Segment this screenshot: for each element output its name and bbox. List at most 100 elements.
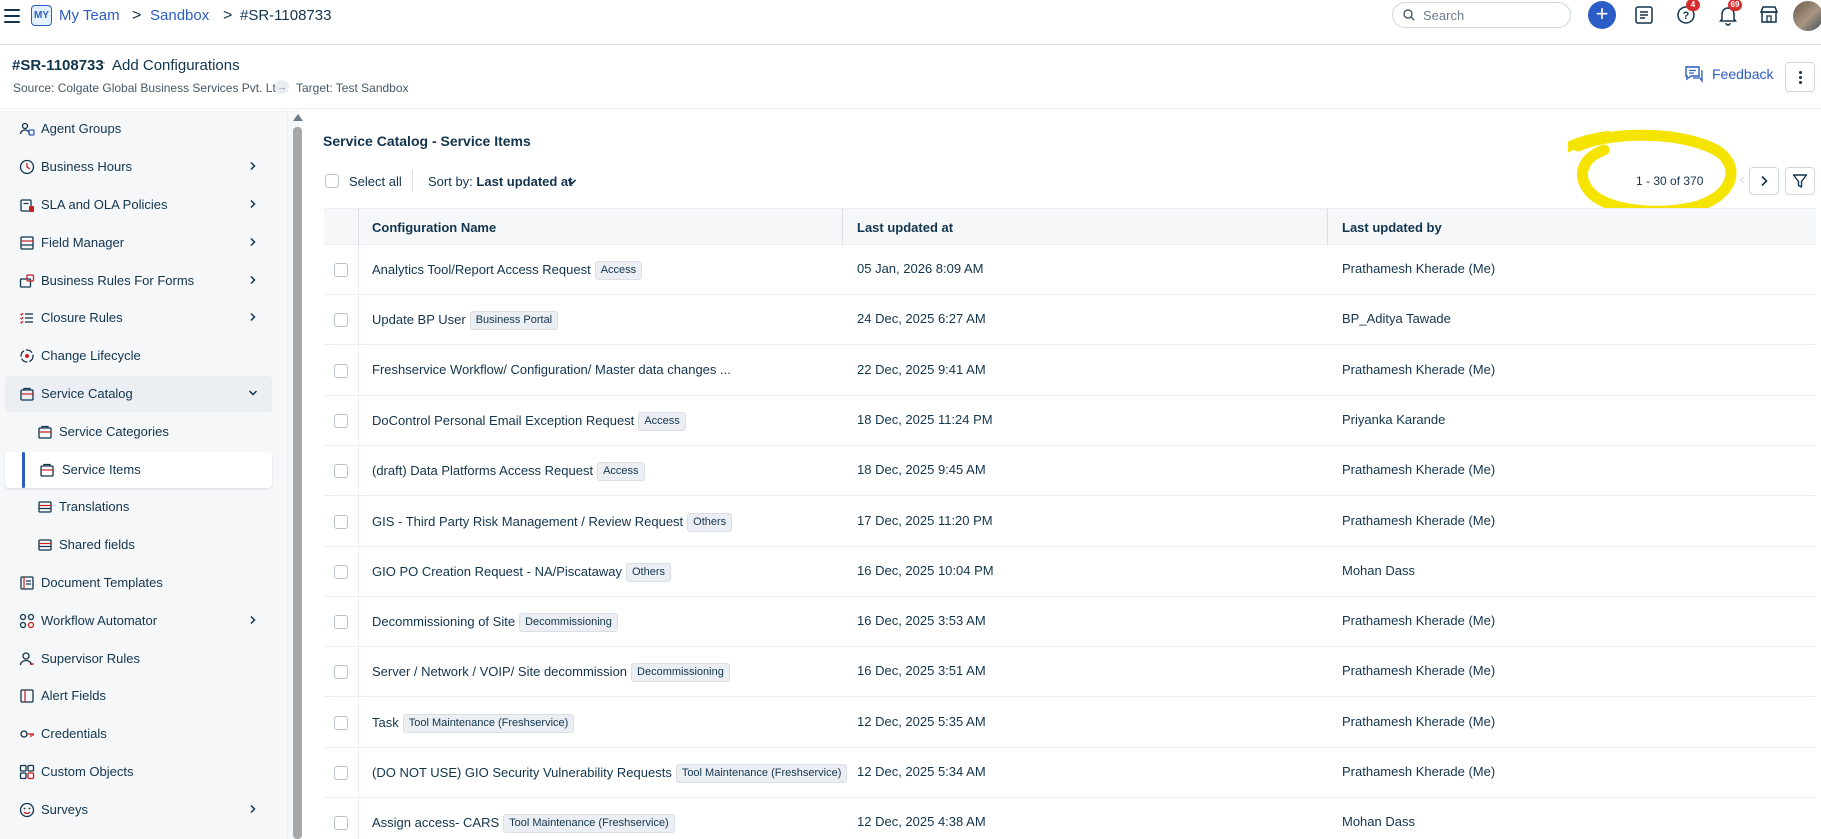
column-divider[interactable] bbox=[842, 209, 843, 246]
sort-dropdown[interactable]: Sort by: Last updated at bbox=[428, 174, 573, 189]
sidebar-item-business-rules-for-forms[interactable]: Business Rules For Forms bbox=[5, 263, 272, 299]
sidebar-item-closure-rules[interactable]: Closure Rules bbox=[5, 300, 272, 336]
chevron-right-icon[interactable] bbox=[248, 199, 258, 209]
table-row[interactable]: (DO NOT USE) GIO Security Vulnerability … bbox=[324, 748, 1816, 798]
chevron-down-icon[interactable] bbox=[567, 177, 577, 187]
row-checkbox[interactable] bbox=[334, 514, 348, 529]
chevron-right-icon[interactable] bbox=[248, 161, 258, 171]
row-checkbox[interactable] bbox=[334, 413, 348, 428]
configuration-name[interactable]: Freshservice Workflow/ Configuration/ Ma… bbox=[372, 362, 731, 377]
sidebar-item-field-manager[interactable]: Field Manager bbox=[5, 225, 272, 261]
configuration-name-cell[interactable]: (draft) Data Platforms Access Request Acc… bbox=[372, 462, 645, 482]
row-checkbox[interactable] bbox=[334, 464, 348, 479]
chevron-down-icon[interactable] bbox=[248, 388, 258, 398]
hamburger-menu-icon[interactable] bbox=[4, 9, 20, 23]
scroll-up-arrow-icon[interactable] bbox=[293, 114, 303, 121]
table-row[interactable]: Analytics Tool/Report Access Request Acce… bbox=[324, 245, 1816, 295]
sidebar-item-supervisor-rules[interactable]: Supervisor Rules bbox=[5, 641, 272, 677]
breadcrumb-my-team[interactable]: My Team bbox=[59, 7, 120, 25]
row-checkbox[interactable] bbox=[334, 313, 348, 328]
chevron-right-icon[interactable] bbox=[248, 615, 258, 625]
configuration-name[interactable]: GIS - Third Party Risk Management / Revi… bbox=[372, 514, 683, 529]
table-row[interactable]: (draft) Data Platforms Access Request Acc… bbox=[324, 446, 1816, 497]
configuration-name[interactable]: Update BP User bbox=[372, 312, 466, 327]
sidebar-item-change-lifecycle[interactable]: Change Lifecycle bbox=[5, 338, 272, 374]
sidebar-item-document-templates[interactable]: Document Templates bbox=[5, 565, 272, 601]
table-row[interactable]: GIS - Third Party Risk Management / Revi… bbox=[324, 497, 1816, 547]
row-checkbox[interactable] bbox=[334, 263, 348, 277]
configuration-name-cell[interactable]: Server / Network / VOIP/ Site decommissi… bbox=[372, 663, 730, 683]
chevron-right-icon[interactable] bbox=[248, 312, 258, 322]
configuration-name[interactable]: Server / Network / VOIP/ Site decommissi… bbox=[372, 664, 627, 679]
sidebar-item-service-categories[interactable]: Service Categories bbox=[5, 414, 272, 450]
sidebar-item-workflow-automator[interactable]: Workflow Automator bbox=[5, 603, 272, 639]
configuration-name[interactable]: Task bbox=[372, 715, 399, 730]
configuration-name-cell[interactable]: Analytics Tool/Report Access Request Acce… bbox=[372, 261, 643, 280]
table-row[interactable]: Server / Network / VOIP/ Site decommissi… bbox=[324, 647, 1816, 698]
configuration-name-cell[interactable]: Decommissioning of Site Decommissioning bbox=[372, 613, 618, 633]
notifications-button[interactable]: 69 bbox=[1716, 0, 1742, 27]
table-row[interactable]: Decommissioning of Site Decommissioning 16… bbox=[324, 597, 1816, 648]
row-checkbox[interactable] bbox=[334, 816, 348, 831]
table-row[interactable]: Assign access- CARS Tool Maintenance (Fre… bbox=[324, 798, 1816, 839]
search-input[interactable] bbox=[1423, 6, 1563, 24]
configuration-name[interactable]: Analytics Tool/Report Access Request bbox=[372, 262, 591, 277]
sidebar-item-shared-fields[interactable]: Shared fields bbox=[5, 527, 272, 563]
breadcrumb-sandbox[interactable]: Sandbox bbox=[150, 7, 209, 25]
configuration-name[interactable]: DoControl Personal Email Exception Reque… bbox=[372, 413, 634, 428]
filter-button[interactable] bbox=[1785, 167, 1815, 195]
select-all-checkbox[interactable] bbox=[325, 174, 339, 188]
row-checkbox[interactable] bbox=[334, 363, 348, 378]
table-row[interactable]: DoControl Personal Email Exception Reque… bbox=[324, 396, 1816, 446]
column-header-configuration-name[interactable]: Configuration Name bbox=[372, 220, 496, 235]
configuration-name-cell[interactable]: GIO PO Creation Request - NA/Piscataway O… bbox=[372, 562, 671, 582]
marketplace-store-icon[interactable] bbox=[1757, 3, 1781, 27]
sidebar-item-translations[interactable]: Translations bbox=[5, 489, 272, 525]
column-header-last-updated-at[interactable]: Last updated at bbox=[857, 220, 953, 235]
row-checkbox[interactable] bbox=[334, 665, 348, 680]
global-search[interactable] bbox=[1392, 2, 1571, 28]
table-row[interactable]: Update BP User Business Portal 24 Dec, 202… bbox=[324, 295, 1816, 346]
ticket-list-icon[interactable] bbox=[1632, 3, 1656, 27]
configuration-name[interactable]: (draft) Data Platforms Access Request bbox=[372, 463, 593, 478]
configuration-name-cell[interactable]: Update BP User Business Portal bbox=[372, 311, 559, 331]
new-item-plus-button[interactable]: + bbox=[1588, 1, 1616, 29]
more-options-button[interactable] bbox=[1785, 62, 1815, 92]
configuration-name[interactable]: Assign access- CARS bbox=[372, 815, 499, 830]
sidebar-item-sla-and-ola-policies[interactable]: SLA and OLA Policies bbox=[5, 187, 272, 223]
row-checkbox[interactable] bbox=[334, 615, 348, 630]
row-checkbox[interactable] bbox=[334, 715, 348, 730]
scrollbar-thumb[interactable] bbox=[293, 127, 302, 839]
sidebar-item-business-hours[interactable]: Business Hours bbox=[5, 149, 272, 185]
table-row[interactable]: Freshservice Workflow/ Configuration/ Ma… bbox=[324, 346, 1816, 396]
sidebar-item-custom-objects[interactable]: Custom Objects bbox=[5, 754, 272, 790]
chevron-right-icon[interactable] bbox=[248, 237, 258, 247]
table-row[interactable]: Task Tool Maintenance (Freshservice) 12 De… bbox=[324, 698, 1816, 748]
column-header-last-updated-by[interactable]: Last updated by bbox=[1342, 220, 1442, 235]
configuration-name-cell[interactable]: Freshservice Workflow/ Configuration/ Ma… bbox=[372, 362, 731, 377]
chevron-right-icon[interactable] bbox=[248, 275, 258, 285]
row-checkbox[interactable] bbox=[334, 564, 348, 579]
configuration-name[interactable]: GIO PO Creation Request - NA/Piscataway bbox=[372, 564, 622, 579]
workspace-avatar[interactable]: MY bbox=[31, 5, 52, 26]
configuration-name[interactable]: (DO NOT USE) GIO Security Vulnerability … bbox=[372, 765, 672, 780]
sidebar-item-surveys[interactable]: Surveys bbox=[5, 792, 272, 828]
sidebar-item-credentials[interactable]: Credentials bbox=[5, 716, 272, 752]
configuration-name-cell[interactable]: Assign access- CARS Tool Maintenance (Fre… bbox=[372, 814, 675, 834]
configuration-name-cell[interactable]: Task Tool Maintenance (Freshservice) bbox=[372, 713, 575, 733]
configuration-name[interactable]: Decommissioning of Site bbox=[372, 614, 515, 629]
help-button[interactable]: ? 4 bbox=[1674, 0, 1700, 27]
configuration-name-cell[interactable]: (DO NOT USE) GIO Security Vulnerability … bbox=[372, 764, 848, 783]
table-row[interactable]: GIO PO Creation Request - NA/Piscataway O… bbox=[324, 547, 1816, 597]
sidebar-item-service-catalog[interactable]: Service Catalog bbox=[5, 376, 272, 412]
next-page-button[interactable] bbox=[1749, 167, 1779, 195]
select-all-label[interactable]: Select all bbox=[349, 174, 402, 189]
sidebar-item-agent-groups[interactable]: Agent Groups bbox=[5, 111, 272, 147]
chevron-right-icon[interactable] bbox=[248, 804, 258, 814]
sidebar-item-service-items[interactable]: Service Items bbox=[5, 452, 272, 488]
row-checkbox[interactable] bbox=[334, 766, 348, 780]
configuration-name-cell[interactable]: DoControl Personal Email Exception Reque… bbox=[372, 411, 686, 431]
user-avatar[interactable] bbox=[1793, 1, 1821, 31]
configuration-name-cell[interactable]: GIS - Third Party Risk Management / Revi… bbox=[372, 512, 733, 532]
column-divider[interactable] bbox=[1327, 209, 1328, 246]
